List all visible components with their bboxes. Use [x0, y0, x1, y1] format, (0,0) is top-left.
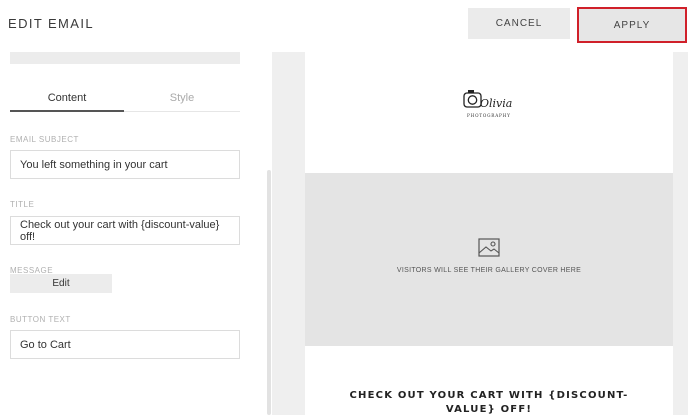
email-headline: CHECK OUT YOUR CART WITH {DISCOUNT-VALUE… — [349, 390, 629, 415]
button-text-label: BUTTON TEXT — [10, 315, 71, 324]
logo-subtitle: PHOTOGRAPHY — [467, 113, 511, 118]
message-edit-button[interactable]: Edit — [10, 274, 112, 293]
camera-logo-icon: Olivia PHOTOGRAPHY — [460, 86, 520, 120]
title-input[interactable]: Check out your cart with {discount-value… — [10, 216, 240, 245]
cover-placeholder-text: VISITORS WILL SEE THEIR GALLERY COVER HE… — [396, 267, 582, 274]
settings-panel: Content Style EMAIL SUBJECT You left som… — [0, 52, 272, 415]
collapsed-section — [10, 52, 240, 64]
image-placeholder-icon — [478, 238, 500, 257]
tab-content[interactable]: Content — [10, 92, 124, 112]
email-subject-input[interactable]: You left something in your cart — [10, 150, 240, 179]
button-text-input[interactable]: Go to Cart — [10, 330, 240, 359]
email-subject-label: EMAIL SUBJECT — [10, 135, 79, 144]
title-label: TITLE — [10, 200, 35, 209]
apply-button[interactable]: APPLY — [577, 7, 687, 43]
logo-name: Olivia — [480, 97, 512, 110]
page-title: EDIT EMAIL — [8, 16, 95, 31]
tab-style[interactable]: Style — [124, 92, 240, 112]
gallery-cover-placeholder — [305, 173, 673, 346]
cancel-button[interactable]: CANCEL — [468, 8, 570, 39]
header-bar: EDIT EMAIL CANCEL APPLY — [0, 0, 688, 52]
scrollbar-thumb[interactable] — [267, 170, 271, 415]
